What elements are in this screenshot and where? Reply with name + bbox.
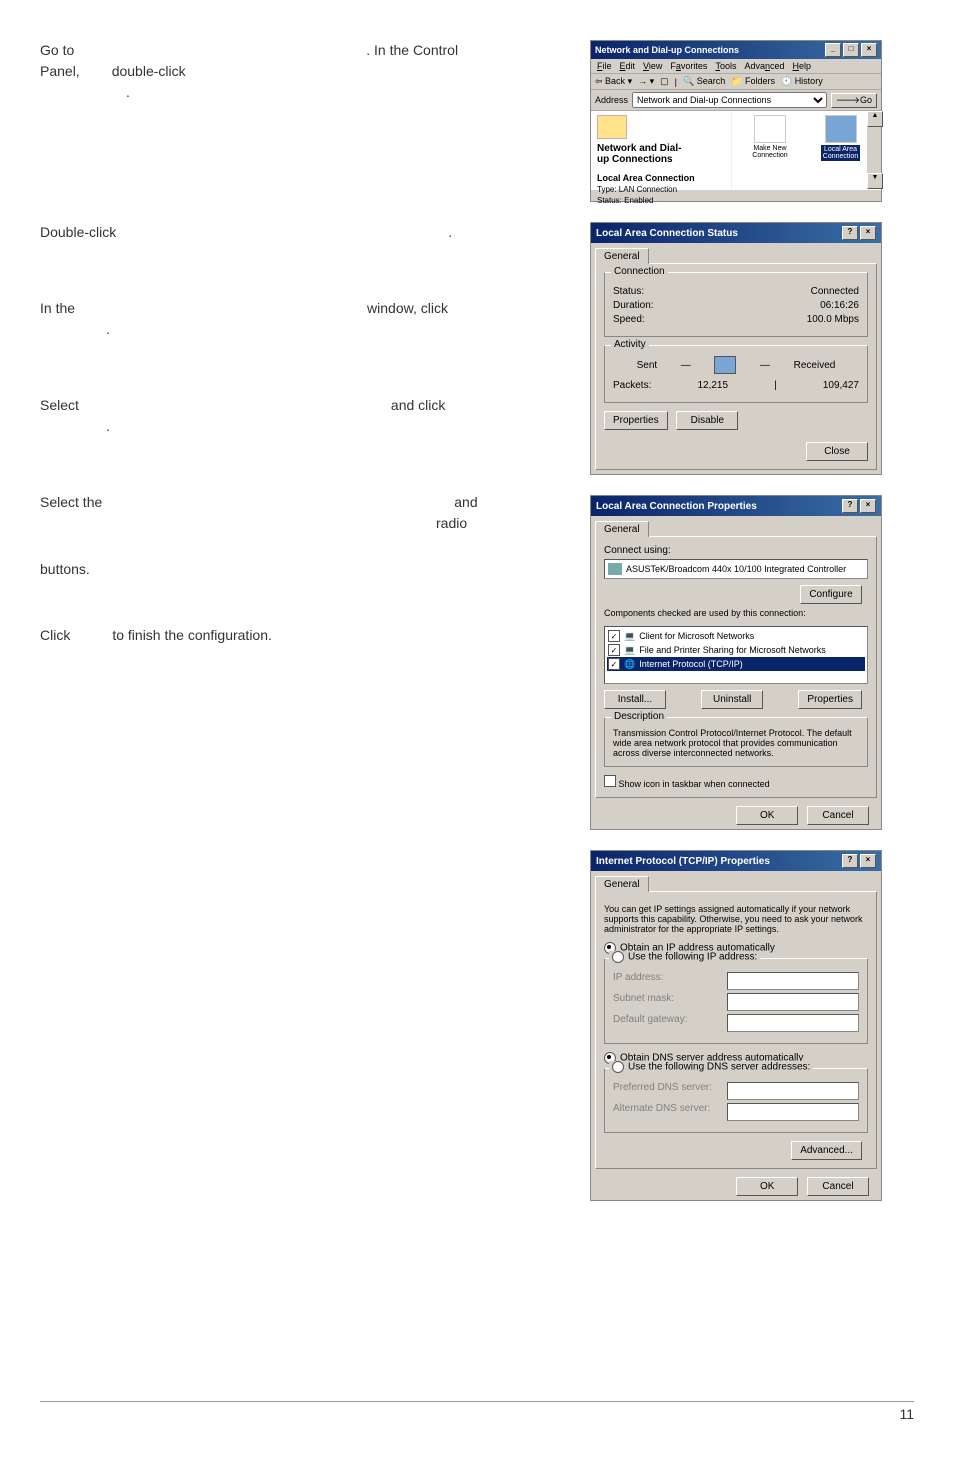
item-make-new-connection[interactable]: Make New Connection: [740, 115, 800, 159]
properties-button[interactable]: Properties: [798, 690, 862, 709]
network-icon: [714, 356, 736, 374]
show-icon-checkbox[interactable]: [604, 775, 616, 787]
toolbar: ⇦ Back ▾ → ▾ ▢ | 🔍 Search 📁 Folders 🕘 Hi…: [591, 74, 881, 90]
menu-favorites[interactable]: Favorites: [670, 61, 707, 71]
tcp-blurb: You can get IP settings assigned automat…: [604, 904, 868, 934]
help-button[interactable]: ?: [842, 854, 858, 868]
properties-button[interactable]: Properties: [604, 411, 668, 430]
group-activity: Activity Sent — — Received Packets: 12,2…: [604, 345, 868, 403]
preferred-dns-input[interactable]: [727, 1082, 859, 1100]
dialog-connection-status: Local Area Connection Status ? × General…: [590, 222, 882, 475]
configure-button[interactable]: Configure: [800, 585, 862, 604]
help-button[interactable]: ?: [842, 226, 858, 240]
description-text: Transmission Control Protocol/Internet P…: [613, 728, 859, 758]
folder-icon: [597, 115, 627, 139]
install-button[interactable]: Install...: [604, 690, 666, 709]
label-components: Components checked are used by this conn…: [604, 608, 868, 618]
instruction-1: Go to . In the Control Panel, double-cli…: [40, 40, 560, 103]
instruction-5: Select the and radio: [40, 492, 560, 534]
search-button[interactable]: 🔍 Search: [683, 76, 725, 87]
close-button[interactable]: ×: [861, 43, 877, 57]
item-internet-protocol-tcpip: 🌐Internet Protocol (TCP/IP): [607, 657, 865, 671]
menu-advanced[interactable]: Advanced: [744, 61, 784, 71]
dialog-tcpip-properties: Internet Protocol (TCP/IP) Properties ? …: [590, 850, 882, 1201]
group-connection: Connection Status:Connected Duration:06:…: [604, 272, 868, 337]
tab-general[interactable]: General: [595, 248, 649, 264]
selected-type: Type: LAN Connection: [597, 185, 725, 194]
cancel-button[interactable]: Cancel: [807, 806, 869, 825]
adapter-name: ASUSTeK/Broadcom 440x 10/100 Integrated …: [626, 564, 846, 574]
instruction-7: Click to finish the configuration.: [40, 625, 560, 646]
window-title: Network and Dial-up Connections: [595, 45, 739, 55]
address-combo[interactable]: Network and Dial-up Connections: [632, 92, 827, 108]
radio-use-following-ip[interactable]: [612, 951, 624, 963]
menu-tools[interactable]: Tools: [715, 61, 736, 71]
address-label: Address: [595, 95, 628, 105]
close-btn[interactable]: Close: [806, 442, 868, 461]
scroll-up[interactable]: ▲: [867, 111, 883, 127]
minimize-button[interactable]: _: [825, 43, 841, 57]
nic-icon: [608, 563, 622, 575]
go-button[interactable]: 🡒Go: [831, 93, 877, 108]
instruction-2: Double-click .: [40, 222, 560, 243]
advanced-button[interactable]: Advanced...: [791, 1141, 862, 1160]
panel-title: Network and Dial-up Connections: [597, 143, 725, 165]
cancel-button[interactable]: Cancel: [807, 1177, 869, 1196]
maximize-button[interactable]: □: [843, 43, 859, 57]
disable-button[interactable]: Disable: [676, 411, 738, 430]
tab-general[interactable]: General: [595, 876, 649, 892]
selected-name: Local Area Connection: [597, 173, 725, 183]
menu-edit[interactable]: Edit: [620, 61, 636, 71]
folders-button[interactable]: 📁 Folders: [731, 76, 775, 87]
dlg-title-text: Local Area Connection Status: [596, 228, 738, 239]
instruction-4: Select and click .: [40, 395, 560, 437]
window-network-connections: Network and Dial-up Connections _ □ × Fi…: [590, 40, 882, 202]
item-client-ms-networks: 💻Client for Microsoft Networks: [607, 629, 865, 643]
close-button[interactable]: ×: [860, 499, 876, 513]
item-file-printer-sharing: 💻File and Printer Sharing for Microsoft …: [607, 643, 865, 657]
history-button[interactable]: 🕘 History: [781, 76, 823, 87]
uninstall-button[interactable]: Uninstall: [701, 690, 763, 709]
instruction-6: buttons.: [40, 559, 560, 580]
menubar: File Edit View Favorites Tools Advanced …: [591, 59, 881, 74]
menu-view[interactable]: View: [643, 61, 662, 71]
selected-status: Status: Enabled: [597, 196, 725, 205]
close-button[interactable]: ×: [860, 854, 876, 868]
dialog-connection-properties: Local Area Connection Properties ? × Gen…: [590, 495, 882, 830]
back-button[interactable]: ⇦ Back ▾: [595, 76, 632, 87]
titlebar: Network and Dial-up Connections _ □ ×: [591, 41, 881, 59]
default-gateway-input[interactable]: [727, 1014, 859, 1032]
radio-use-following-dns[interactable]: [612, 1061, 624, 1073]
dlg-title-text: Internet Protocol (TCP/IP) Properties: [596, 856, 770, 867]
alternate-dns-input[interactable]: [727, 1103, 859, 1121]
ok-button[interactable]: OK: [736, 806, 798, 825]
forward-button[interactable]: → ▾: [638, 76, 654, 87]
label-connect-using: Connect using:: [604, 545, 868, 556]
subnet-mask-input[interactable]: [727, 993, 859, 1011]
menu-help[interactable]: Help: [793, 61, 812, 71]
menu-file[interactable]: File: [597, 61, 612, 71]
up-button[interactable]: ▢: [660, 76, 669, 87]
tab-general[interactable]: General: [595, 521, 649, 537]
dlg-title-text: Local Area Connection Properties: [596, 501, 757, 512]
ip-address-input[interactable]: [727, 972, 859, 990]
page-number: 11: [40, 1401, 914, 1422]
item-local-area-connection[interactable]: Local AreaConnection: [811, 115, 871, 161]
components-list[interactable]: 💻Client for Microsoft Networks 💻File and…: [604, 626, 868, 684]
instruction-3: In the window, click .: [40, 298, 560, 340]
scroll-down[interactable]: ▼: [867, 173, 883, 189]
close-button[interactable]: ×: [860, 226, 876, 240]
ok-button[interactable]: OK: [736, 1177, 798, 1196]
help-button[interactable]: ?: [842, 499, 858, 513]
